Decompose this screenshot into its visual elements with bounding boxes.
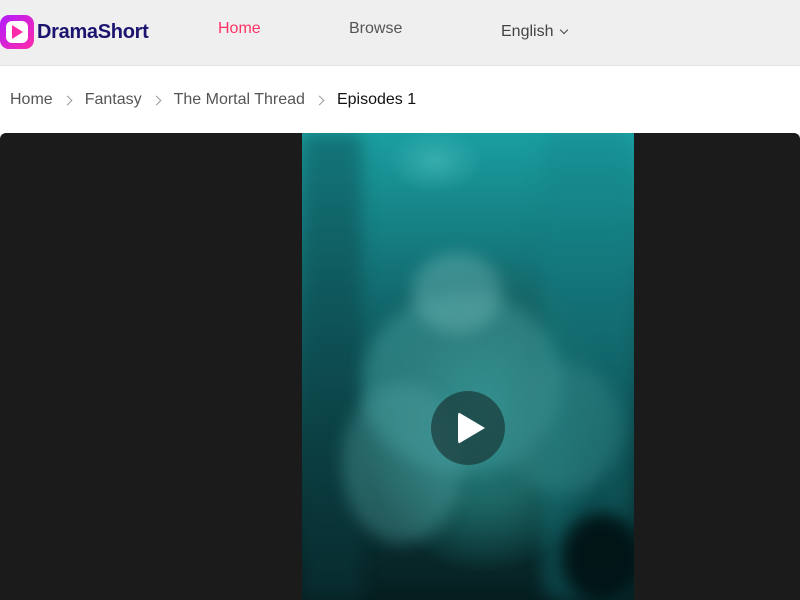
- chevron-right-icon: [62, 95, 73, 105]
- breadcrumb-series[interactable]: The Mortal Thread: [174, 91, 305, 109]
- video-frame[interactable]: [302, 133, 634, 600]
- chevron-right-icon: [151, 95, 162, 105]
- play-button[interactable]: [431, 391, 505, 465]
- chevron-down-icon: [560, 25, 569, 35]
- nav-home-link[interactable]: Home: [218, 20, 261, 38]
- brand-name: DramaShort: [37, 20, 149, 43]
- breadcrumb-home[interactable]: Home: [10, 91, 53, 109]
- nav-browse-link[interactable]: Browse: [349, 20, 402, 38]
- breadcrumb-category[interactable]: Fantasy: [85, 91, 142, 109]
- chevron-right-icon: [314, 95, 325, 105]
- top-header: DramaShort Home Browse English: [0, 0, 800, 66]
- breadcrumb: Home Fantasy The Mortal Thread Episodes …: [10, 90, 416, 110]
- breadcrumb-episode: Episodes 1: [336, 91, 417, 108]
- video-player[interactable]: [0, 133, 800, 600]
- language-selector[interactable]: English: [501, 23, 569, 41]
- brand-logo[interactable]: DramaShort: [0, 15, 149, 49]
- logo-play-icon: [0, 15, 34, 49]
- play-icon: [458, 412, 485, 444]
- language-label: English: [501, 23, 554, 40]
